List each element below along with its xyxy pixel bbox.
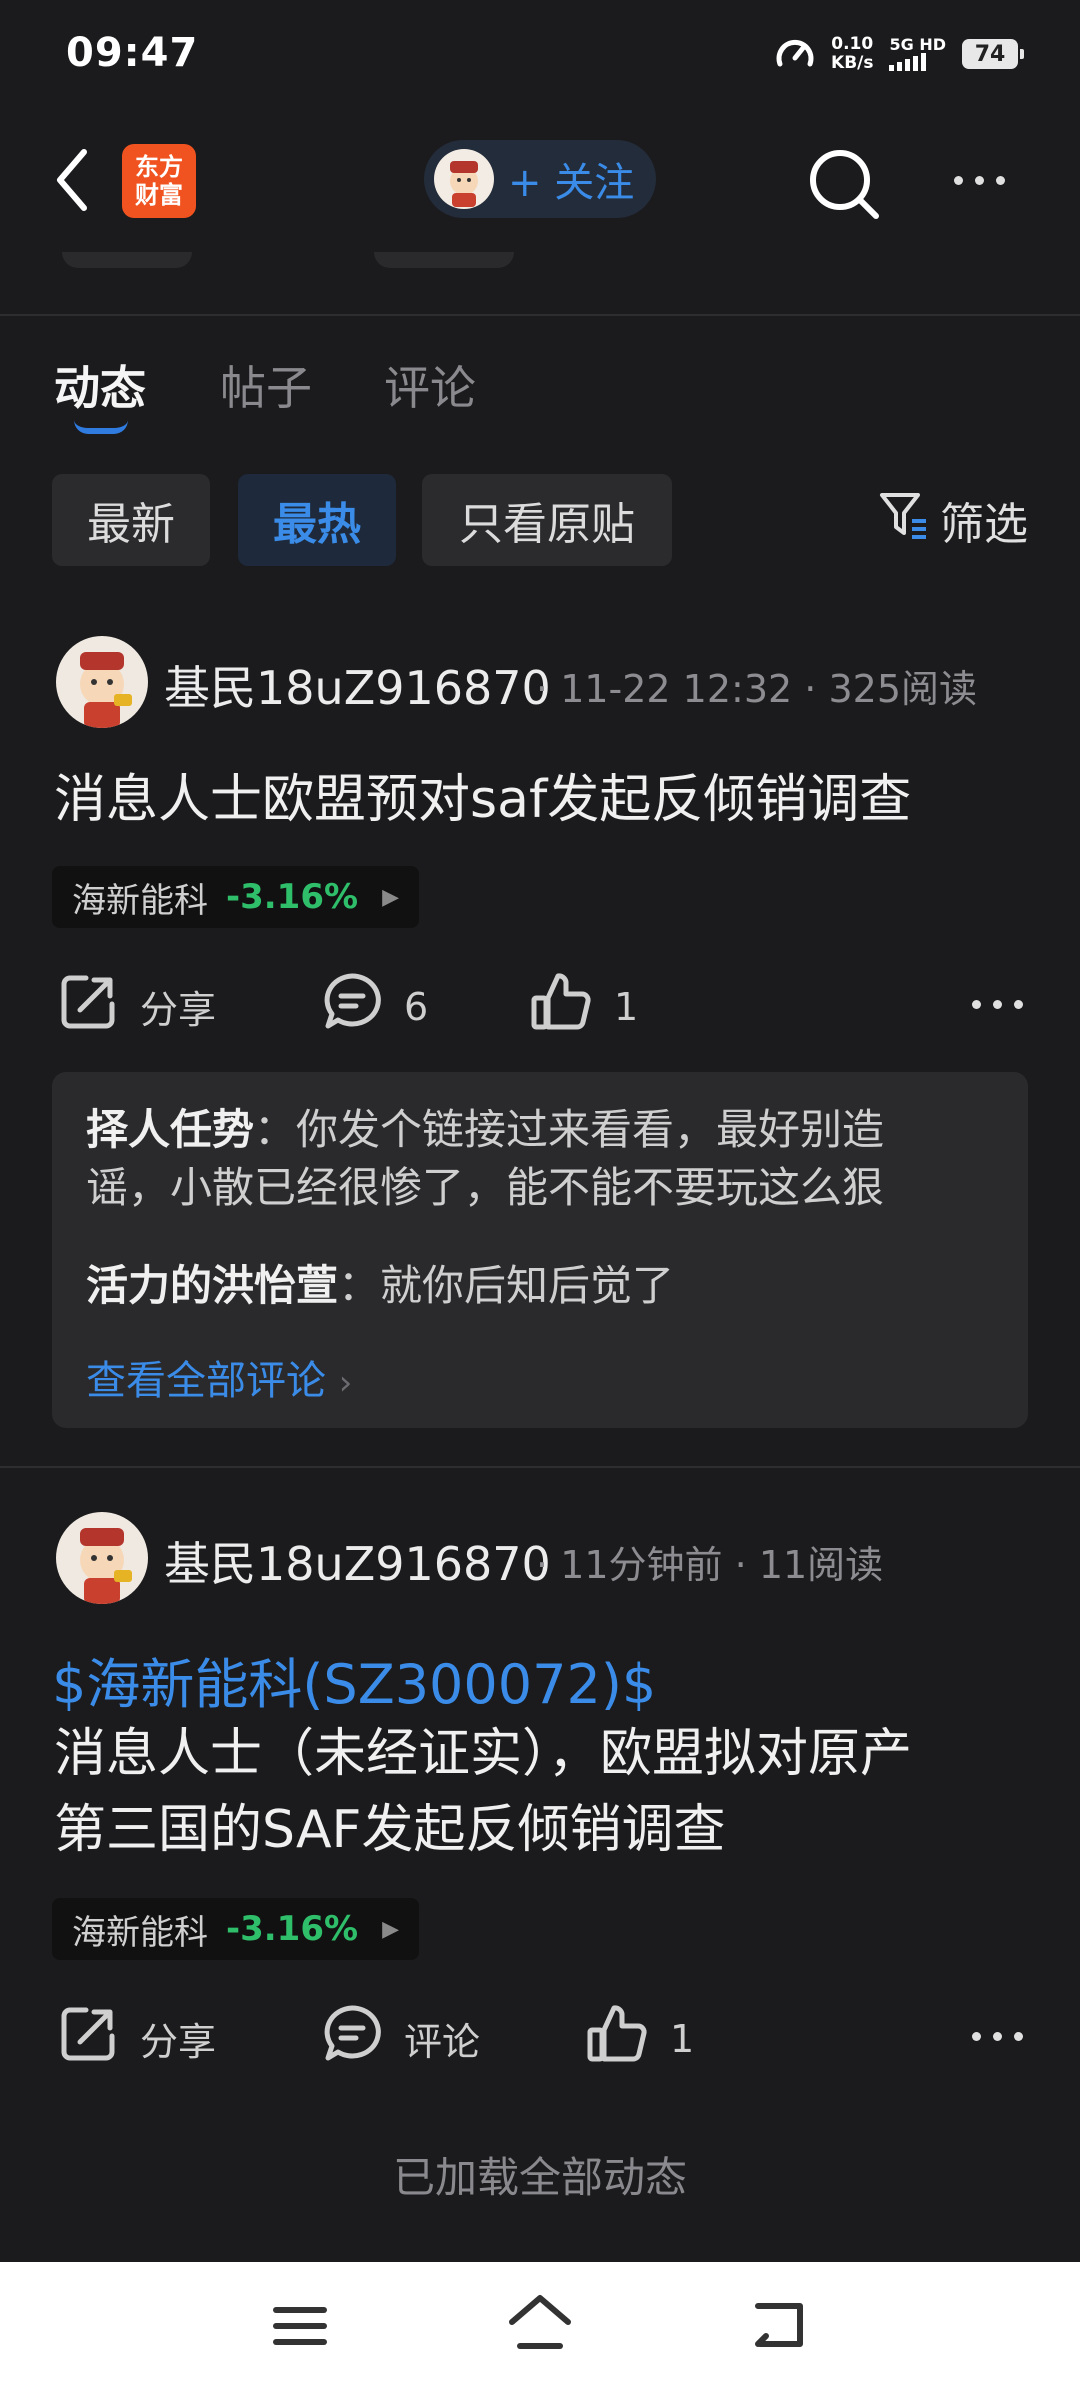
divider [0,1466,1080,1468]
home-icon[interactable] [506,2292,574,2356]
tab-posts[interactable]: 帖子 [220,352,312,418]
comment-icon [322,972,382,1041]
avatar[interactable] [56,1512,148,1604]
chip-original-only[interactable]: 只看原贴 [422,474,672,566]
post-more-icon[interactable] [972,1000,1023,1009]
post-title[interactable]: 消息人士（未经证实），欧盟拟对原产 [54,1716,912,1792]
back-icon[interactable] [52,148,92,216]
post-meta: · 11分钟前 · 11阅读 [536,1543,884,1587]
network-speed: 0.10 KB/s [831,34,874,73]
status-time: 09:47 [66,30,199,76]
chip-hottest[interactable]: 最热 [238,474,396,566]
post-more-icon[interactable] [972,2032,1023,2041]
play-arrow-icon: ▶ [382,1916,399,1942]
comment-icon [322,2004,382,2073]
stock-tag[interactable]: 海新能科 -3.16% ▶ [52,866,419,928]
chevron-right-icon: › [338,1363,353,1403]
comment-preview[interactable]: 择人任势：你发个链接过来看看，最好别造 谣，小散已经很惨了，能不能不要玩这么狠 … [52,1072,1028,1428]
share-icon [58,972,118,1041]
stock-link[interactable]: $海新能科(SZ300072)$ [52,1640,656,1719]
comment-line: 择人任势：你发个链接过来看看，最好别造 [86,1105,885,1154]
divider [0,314,1080,316]
share-button[interactable]: 分享 [58,972,216,1041]
tab-comments[interactable]: 评论 [384,352,476,418]
like-icon [530,972,592,1041]
app-logo[interactable]: 东方 财富 [122,144,196,218]
share-icon [58,2004,118,2073]
tab-indicator [74,420,128,434]
like-icon [586,2004,648,2073]
share-button[interactable]: 分享 [58,2004,216,2073]
post-title-continued[interactable]: 第三国的SAF发起反倾销调查 [54,1792,725,1868]
follow-button[interactable]: + 关注 [424,140,656,218]
all-loaded-text: 已加载全部动态 [392,2153,687,2202]
chip-latest[interactable]: 最新 [52,474,210,566]
hidden-element [374,252,514,268]
like-button[interactable]: 1 [586,2004,694,2073]
comment-line: 活力的洪怡萱：就你后知后觉了 [86,1261,675,1310]
follow-label: + 关注 [508,160,635,206]
comment-button[interactable]: 6 [322,972,428,1041]
username[interactable]: 基民18uZ916870 [164,652,551,718]
avatar [434,149,494,209]
play-arrow-icon: ▶ [382,884,399,910]
avatar[interactable] [56,636,148,728]
signal-bars-icon [889,53,927,71]
post-title[interactable]: 消息人士欧盟预对saf发起反倾销调查 [54,762,911,838]
hidden-element [62,252,192,268]
system-nav-bar [0,2262,1080,2388]
status-indicators: 0.10 KB/s 5G HD 74 [775,34,1024,74]
signal-indicator: 5G HD [889,37,946,71]
more-icon[interactable] [954,176,1005,185]
back-nav-icon[interactable] [752,2298,808,2354]
post-meta: · 11-22 12:32 · 325阅读 [536,667,978,711]
battery-icon: 74 [962,39,1024,69]
speedometer-icon [775,34,815,74]
search-icon[interactable] [806,146,882,226]
tab-dynamic[interactable]: 动态 [54,352,146,418]
username[interactable]: 基民18uZ916870 [164,1528,551,1594]
menu-icon[interactable] [272,2304,328,2352]
filter-button[interactable]: 筛选 [878,488,1028,552]
view-all-comments-link[interactable]: 查看全部评论 › [86,1348,352,1406]
filter-icon [878,489,930,552]
comment-line-continued: 谣，小散已经很惨了，能不能不要玩这么狠 [86,1163,885,1212]
comment-button[interactable]: 评论 [322,2004,480,2073]
stock-tag[interactable]: 海新能科 -3.16% ▶ [52,1898,419,1960]
like-button[interactable]: 1 [530,972,638,1041]
